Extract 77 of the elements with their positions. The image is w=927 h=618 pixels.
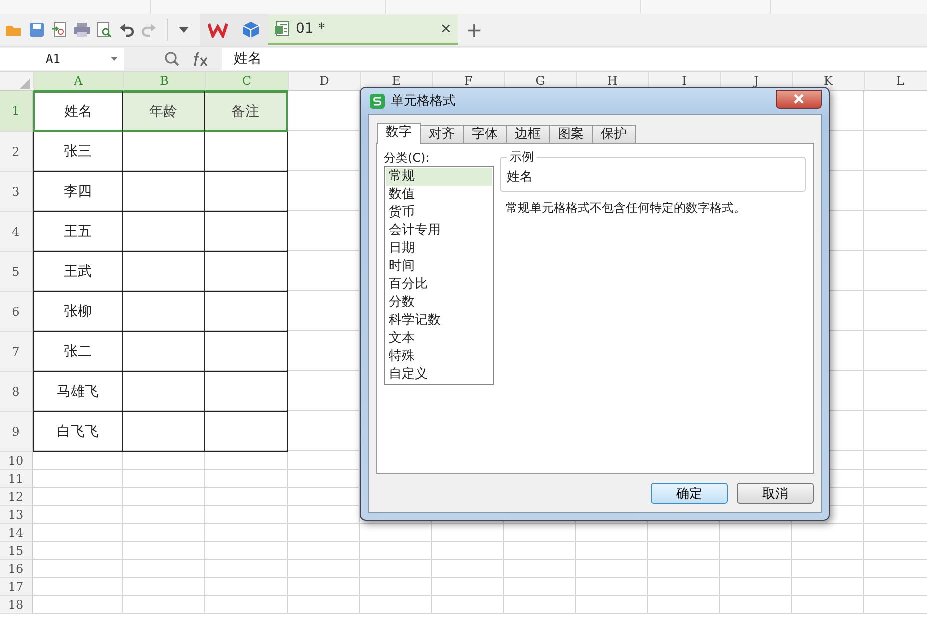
- category-item[interactable]: 自定义: [386, 366, 492, 384]
- table-cell: 马雄飞: [33, 372, 123, 412]
- spreadsheet-icon: [274, 21, 290, 37]
- dialog-tab[interactable]: 字体: [463, 125, 507, 143]
- row-header[interactable]: 10: [0, 452, 33, 470]
- category-item[interactable]: 常规: [386, 168, 492, 186]
- export-icon[interactable]: [51, 22, 67, 38]
- row-header[interactable]: 4: [0, 212, 33, 252]
- print-preview-icon[interactable]: [97, 22, 113, 38]
- table-cell: 王武: [33, 252, 123, 292]
- table-cell: 张三: [33, 132, 123, 172]
- row-header[interactable]: 16: [0, 560, 33, 578]
- category-item[interactable]: 会计专用: [386, 222, 492, 240]
- row-header[interactable]: 18: [0, 596, 33, 614]
- category-item[interactable]: 文本: [386, 330, 492, 348]
- column-header[interactable]: B: [123, 72, 205, 92]
- category-item[interactable]: 分数: [386, 294, 492, 312]
- save-icon[interactable]: [29, 22, 45, 38]
- new-tab-button[interactable]: +: [466, 18, 483, 42]
- category-label: 分类(C):: [384, 150, 431, 166]
- row-header[interactable]: 3: [0, 172, 33, 212]
- dialog-tab[interactable]: 边框: [506, 125, 550, 143]
- row-header[interactable]: 14: [0, 524, 33, 542]
- category-item[interactable]: 科学记数: [386, 312, 492, 330]
- dropdown-caret-icon[interactable]: [178, 26, 190, 34]
- document-tab-label: 01 *: [296, 21, 326, 37]
- category-item[interactable]: 数值: [386, 186, 492, 204]
- row-header[interactable]: 5: [0, 252, 33, 292]
- ok-button[interactable]: 确定: [651, 483, 728, 504]
- formula-input[interactable]: 姓名: [222, 48, 927, 70]
- table-cell: 李四: [33, 172, 123, 212]
- close-icon[interactable]: [793, 94, 805, 104]
- table-cell: 年龄: [123, 91, 205, 132]
- cancel-button[interactable]: 取消: [737, 483, 814, 504]
- dialog-tab[interactable]: 对齐: [420, 125, 464, 143]
- document-tab[interactable]: 01 * ×: [268, 15, 458, 45]
- undo-icon[interactable]: [119, 22, 135, 38]
- table-cell: 张柳: [33, 292, 123, 332]
- row-header[interactable]: 12: [0, 488, 33, 506]
- category-item[interactable]: 百分比: [386, 276, 492, 294]
- close-button[interactable]: [776, 90, 822, 108]
- row-header[interactable]: 8: [0, 372, 33, 412]
- row-header[interactable]: 13: [0, 506, 33, 524]
- category-item[interactable]: 时间: [386, 258, 492, 276]
- row-header[interactable]: 17: [0, 578, 33, 596]
- table-cell: 张二: [33, 332, 123, 372]
- print-icon[interactable]: [73, 22, 91, 38]
- category-item[interactable]: 日期: [386, 240, 492, 258]
- table-cell: 姓名: [33, 91, 123, 132]
- dialog-tab[interactable]: 图案: [549, 125, 593, 143]
- format-description: 常规单元格格式不包含任何特定的数字格式。: [505, 200, 747, 217]
- column-header[interactable]: C: [205, 72, 288, 92]
- app-icon: [370, 94, 385, 108]
- category-item[interactable]: 货币: [386, 204, 492, 222]
- logo-icon[interactable]: [208, 22, 228, 38]
- dialog-title: 单元格格式: [391, 93, 457, 110]
- row-header[interactable]: 11: [0, 470, 33, 488]
- table-cell: 王五: [33, 212, 123, 252]
- table-cell: 备注: [205, 91, 288, 132]
- row-header[interactable]: 9: [0, 412, 33, 452]
- row-header[interactable]: 15: [0, 542, 33, 560]
- close-tab-button[interactable]: ×: [440, 21, 452, 37]
- row-header[interactable]: 7: [0, 332, 33, 372]
- category-item[interactable]: 特殊: [386, 348, 492, 366]
- dialog-tab[interactable]: 数字: [377, 123, 421, 144]
- function-icon[interactable]: [192, 51, 210, 67]
- name-box[interactable]: A1: [0, 48, 124, 70]
- caret-icon[interactable]: [111, 57, 118, 61]
- row-header[interactable]: 2: [0, 132, 33, 172]
- cube-icon[interactable]: [242, 21, 260, 39]
- row-header[interactable]: 6: [0, 292, 33, 332]
- dialog-tab[interactable]: 保护: [592, 125, 636, 143]
- row-header[interactable]: 1: [0, 91, 33, 132]
- column-header[interactable]: A: [33, 72, 123, 92]
- zoom-icon[interactable]: [164, 51, 180, 67]
- sample-value: 姓名: [507, 168, 533, 186]
- sample-legend: 示例: [507, 149, 537, 166]
